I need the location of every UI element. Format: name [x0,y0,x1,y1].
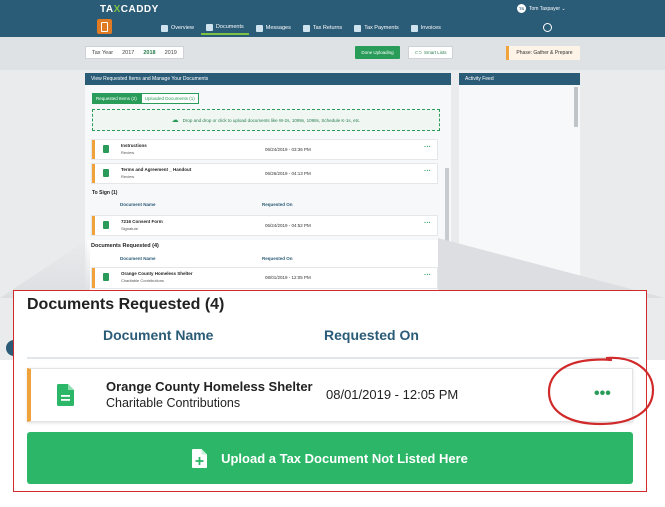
nav-messages[interactable]: Messages [251,21,296,35]
tax-returns-icon [302,24,310,32]
document-icon [57,384,74,406]
document-icon [103,273,109,281]
upload-button-label: Upload a Tax Document Not Listed Here [221,450,468,466]
nav-documents[interactable]: Documents [200,21,249,35]
more-options-icon[interactable]: ··· [424,220,431,227]
year-2017[interactable]: 2017 [122,50,134,56]
column-header-document-name: Document Name [103,327,214,343]
list-item[interactable]: Orange County Homeless Shelter Charitabl… [92,268,437,288]
firm-badge-icon[interactable] [97,19,112,34]
documents-icon [205,23,213,31]
tab-uploaded-documents[interactable]: Uploaded Documents (1) [140,93,199,104]
document-title: Orange County Homeless Shelter [106,379,313,394]
document-category: Charitable Contributions [106,396,241,410]
list-item[interactable]: Instructions Review 06/24/2019 - 03:36 P… [92,140,437,159]
main-nav: Overview Documents Messages Tax Returns … [156,21,446,35]
cloud-upload-icon: ☁ [171,117,179,124]
link-icon: ⊂⊃ [414,49,423,55]
year-2019[interactable]: 2019 [165,50,177,56]
file-add-icon [192,448,208,468]
messages-icon [255,24,263,32]
nav-tax-returns[interactable]: Tax Returns [298,21,347,35]
user-menu[interactable]: TS Tom Taxpayer ⌄ [517,4,566,13]
tab-requested-items[interactable]: Requested Items (2) [92,93,141,104]
year-2018[interactable]: 2018 [143,50,155,56]
more-options-icon[interactable]: ··· [424,272,431,279]
upload-dropzone[interactable]: ☁ Drop and drop or click to upload docum… [92,109,440,131]
highlight-circle [547,356,655,426]
search-icon[interactable] [543,23,552,32]
nav-invoices[interactable]: Invoices [406,21,446,35]
invoices-icon [410,24,418,32]
tax-year-selector: Tax Year 2017 2018 2019 [85,46,184,59]
highlighted-section-source: Documents Requested (4) Document Name Re… [87,240,440,292]
user-name: Tom Taxpayer ⌄ [529,5,566,12]
nav-overview[interactable]: Overview [156,21,199,35]
requested-on-date: 08/01/2019 - 12:05 PM [326,387,459,402]
column-header-name: Document Name [120,202,156,207]
document-icon [103,221,109,229]
document-tabs: Requested Items (2) Uploaded Documents (… [92,93,199,104]
screenshot-stage: TAXCADDY Overview Documents Messages Tax… [0,0,665,507]
documents-requested-heading: Documents Requested (4) [27,296,225,313]
column-header-requested-on: Requested On [324,327,419,343]
scrollbar[interactable] [574,87,578,127]
column-header-name: Document Name [120,256,156,261]
column-header-date: Requested On [262,202,293,207]
more-options-icon[interactable]: ··· [424,168,431,175]
document-icon [103,169,109,177]
tax-payments-icon [354,24,362,32]
top-navbar: TAXCADDY Overview Documents Messages Tax… [0,0,665,37]
to-sign-heading: To Sign (1) [92,190,118,196]
avatar: TS [517,4,526,13]
list-item[interactable]: 7216 Consent Form Signature 06/24/2019 -… [92,216,437,235]
home-icon [161,24,168,32]
upload-unlisted-document-button[interactable]: Upload a Tax Document Not Listed Here [27,432,633,484]
more-options-icon[interactable]: ··· [424,144,431,151]
nav-tax-payments[interactable]: Tax Payments [349,21,404,35]
column-header-date: Requested On [262,256,293,261]
phase-badge: Phase: Gather & Prepare [506,46,580,60]
smart-lists-button[interactable]: ⊂⊃ Smart Lists [408,46,453,59]
panel-title: View Requested Items and Manage Your Doc… [85,73,451,85]
list-item[interactable]: Terms and Agreement _ Handout Review 06/… [92,164,437,183]
section-title-small: Documents Requested (4) [91,243,159,249]
document-icon [103,145,109,153]
requested-document-row[interactable]: Orange County Homeless Shelter Charitabl… [27,368,633,422]
done-uploading-button[interactable]: Done Uploading [355,46,400,59]
logo[interactable]: TAXCADDY [100,4,159,15]
activity-title: Activity Feed [459,73,580,85]
